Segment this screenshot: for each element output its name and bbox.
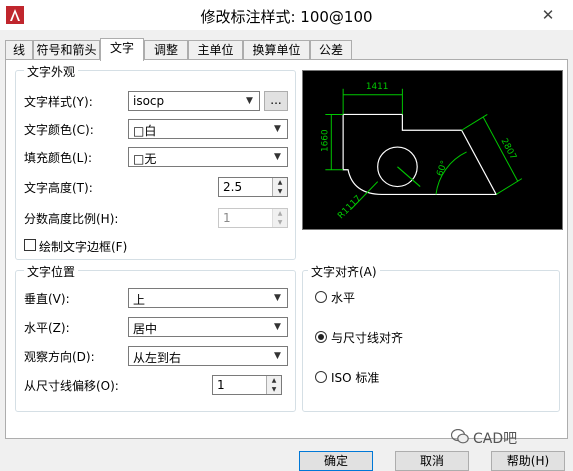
- align-horizontal-radio[interactable]: [315, 291, 327, 303]
- spin-up-icon[interactable]: ▲: [272, 178, 287, 187]
- text-style-select[interactable]: isocp ▼: [128, 91, 260, 111]
- text-placement-group: 文字位置 垂直(V): 上 ▼ 水平(Z): 居中 ▼ 观察方向(D): 从左到…: [15, 263, 296, 412]
- dim-left-label: 1660: [320, 129, 330, 152]
- spin-down-icon[interactable]: ▼: [266, 385, 281, 394]
- dim-radius-label: R1117: [336, 194, 363, 221]
- offset-label: 从尺寸线偏移(O):: [24, 379, 119, 393]
- text-style-label: 文字样式(Y):: [24, 95, 93, 109]
- chevron-down-icon: ▼: [246, 96, 253, 106]
- view-direction-label: 观察方向(D):: [24, 350, 95, 364]
- close-button[interactable]: ✕: [538, 6, 558, 24]
- group-title: 文字对齐(A): [308, 263, 380, 280]
- align-horizontal-label: 水平: [331, 291, 356, 305]
- tab-alternate-units[interactable]: 换算单位: [243, 40, 310, 59]
- dim-top-label: 1411: [366, 82, 389, 92]
- horizontal-select[interactable]: 居中 ▼: [128, 317, 288, 337]
- align-iso-label: ISO 标准: [331, 371, 380, 385]
- offset-value: 1: [217, 378, 225, 392]
- vertical-select[interactable]: 上 ▼: [128, 288, 288, 308]
- vertical-label: 垂直(V):: [24, 292, 70, 306]
- chevron-down-icon: ▼: [274, 124, 281, 134]
- wechat-icon: [451, 429, 469, 444]
- align-dimension-line-label: 与尺寸线对齐: [331, 331, 404, 345]
- draw-frame-label: 绘制文字边框(F): [39, 240, 128, 254]
- selected-dot: [318, 334, 324, 340]
- browse-style-button[interactable]: ...: [264, 91, 288, 111]
- offset-spinner[interactable]: 1 ▲ ▼: [212, 375, 282, 395]
- group-title: 文字外观: [24, 63, 79, 80]
- text-height-label: 文字高度(T):: [24, 181, 93, 195]
- tab-lines[interactable]: 线: [5, 40, 33, 59]
- title-bar: 修改标注样式: 100@100 ✕: [0, 0, 573, 30]
- fill-color-label: 填充颜色(L):: [24, 151, 93, 165]
- text-alignment-group: 文字对齐(A) 水平 与尺寸线对齐 ISO 标准: [302, 263, 560, 412]
- text-appearance-group: 文字外观 文字样式(Y): isocp ▼ ... 文字颜色(C): □白 ▼ …: [15, 63, 296, 260]
- spin-up-icon[interactable]: ▲: [266, 376, 281, 385]
- preview-geometry: [342, 113, 498, 196]
- draw-frame-checkbox[interactable]: [24, 239, 36, 251]
- tab-panel: 文字外观 文字样式(Y): isocp ▼ ... 文字颜色(C): □白 ▼ …: [5, 59, 568, 439]
- horizontal-value: 居中: [133, 322, 158, 336]
- chevron-down-icon: ▼: [274, 293, 281, 303]
- chevron-down-icon: ▼: [274, 351, 281, 361]
- horizontal-label: 水平(Z):: [24, 321, 70, 335]
- fraction-height-label: 分数高度比例(H):: [24, 212, 119, 226]
- text-height-spinner[interactable]: 2.5 ▲ ▼: [218, 177, 288, 197]
- dim-right-label: 2807: [498, 137, 517, 162]
- dimension-preview: 1411 1660 2807 60° R1117: [302, 70, 563, 230]
- align-dimension-line-radio[interactable]: [315, 331, 327, 343]
- tab-primary-units[interactable]: 主单位: [188, 40, 243, 59]
- tab-fit[interactable]: 调整: [144, 40, 188, 59]
- window-title: 修改标注样式: 100@100: [200, 8, 373, 26]
- chevron-down-icon: ▼: [274, 322, 281, 332]
- spin-down-icon[interactable]: ▼: [272, 187, 287, 196]
- text-height-value: 2.5: [223, 180, 243, 194]
- text-color-select[interactable]: □白 ▼: [128, 119, 288, 139]
- view-direction-select[interactable]: 从左到右 ▼: [128, 346, 288, 366]
- align-iso-radio[interactable]: [315, 371, 327, 383]
- fill-color-value: □无: [133, 152, 157, 166]
- help-button[interactable]: 帮助(H): [491, 451, 565, 471]
- fraction-height-value: 1: [223, 211, 231, 225]
- chevron-down-icon: ▼: [274, 152, 281, 162]
- tab-text[interactable]: 文字: [100, 38, 144, 61]
- fill-color-select[interactable]: □无 ▼: [128, 147, 288, 167]
- tab-strip: 线 符号和箭头 文字 调整 主单位 换算单位 公差: [0, 38, 573, 61]
- text-color-value: □白: [133, 124, 157, 138]
- spin-up-icon: ▲: [272, 209, 287, 218]
- tab-tolerances[interactable]: 公差: [310, 40, 352, 59]
- text-color-label: 文字颜色(C):: [24, 123, 94, 137]
- fraction-height-spinner: 1 ▲ ▼: [218, 208, 288, 228]
- cancel-button[interactable]: 取消: [395, 451, 469, 471]
- vertical-value: 上: [133, 293, 146, 307]
- ok-button[interactable]: 确定: [299, 451, 373, 471]
- preview-dimensions: [325, 88, 523, 210]
- tab-symbols-arrows[interactable]: 符号和箭头: [33, 40, 100, 59]
- group-title: 文字位置: [24, 263, 79, 280]
- dim-angle-label: 60°: [435, 159, 450, 177]
- text-style-value: isocp: [133, 94, 165, 108]
- spin-down-icon: ▼: [272, 218, 287, 227]
- watermark-text: CAD吧: [473, 431, 518, 447]
- view-direction-value: 从左到右: [133, 351, 182, 365]
